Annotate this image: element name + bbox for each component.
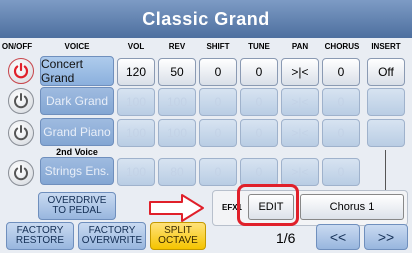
insert-cell-row-2[interactable] xyxy=(367,88,405,116)
voice-slot-1[interactable]: Concert Grand xyxy=(40,56,114,86)
vol-cell-row-2[interactable]: 100 xyxy=(117,88,155,116)
tune-cell-row-4[interactable]: 0 xyxy=(240,158,278,186)
header-vol: VOL xyxy=(127,42,145,51)
rev-cell-row-3[interactable]: 100 xyxy=(158,119,196,147)
next-page-button[interactable]: >> xyxy=(364,224,408,250)
shift-cell-row-3[interactable]: 0 xyxy=(199,119,237,147)
vol-cell-row-4[interactable]: 100 xyxy=(117,158,155,186)
title-bar: Classic Grand xyxy=(0,0,412,38)
header-pan: PAN xyxy=(291,42,309,51)
insert-cell-row-1[interactable]: Off xyxy=(367,58,405,86)
overdrive-to-pedal-button[interactable]: OVERDRIVE TO PEDAL xyxy=(38,192,116,220)
header-insert: INSERT xyxy=(371,42,401,51)
power-icon xyxy=(14,165,28,181)
chorus-cell-row-2[interactable]: 0 xyxy=(322,88,360,116)
power-toggle-row-2[interactable] xyxy=(8,88,34,114)
shift-cell-row-4[interactable]: 0 xyxy=(199,158,237,186)
pan-cell-row-3[interactable]: >|< xyxy=(281,119,319,147)
voice-slot-4[interactable]: Strings Ens. xyxy=(40,157,114,185)
page-indicator: 1/6 xyxy=(276,230,296,246)
pan-cell-row-1[interactable]: >|< xyxy=(281,58,319,86)
header-chorus: CHORUS xyxy=(324,42,360,51)
chorus-cell-row-4[interactable]: 0 xyxy=(322,158,360,186)
rev-cell-row-4[interactable]: 80 xyxy=(158,158,196,186)
rev-cell-row-2[interactable]: 100 xyxy=(158,88,196,116)
insert-cell-row-3[interactable] xyxy=(367,119,405,147)
insert-divider-line xyxy=(385,150,386,190)
rev-cell-row-1[interactable]: 50 xyxy=(158,58,196,86)
split-octave-button[interactable]: SPLIT OCTAVE xyxy=(150,222,206,250)
power-toggle-row-3[interactable] xyxy=(8,120,34,146)
page-title: Classic Grand xyxy=(142,8,270,29)
prev-page-button[interactable]: << xyxy=(316,224,360,250)
shift-cell-row-2[interactable]: 0 xyxy=(199,88,237,116)
vol-cell-row-1[interactable]: 120 xyxy=(117,58,155,86)
tune-cell-row-3[interactable]: 0 xyxy=(240,119,278,147)
header-onoff: ON/OFF xyxy=(1,42,33,51)
voice-slot-2[interactable]: Dark Grand xyxy=(40,87,114,115)
chorus-cell-row-3[interactable]: 0 xyxy=(322,119,360,147)
header-rev: REV xyxy=(168,42,186,51)
pan-cell-row-4[interactable]: >|< xyxy=(281,158,319,186)
efx-type-field[interactable]: Chorus 1 xyxy=(300,194,404,220)
pan-cell-row-2[interactable]: >|< xyxy=(281,88,319,116)
header-shift: SHIFT xyxy=(206,42,230,51)
chorus-cell-row-1[interactable]: 0 xyxy=(322,58,360,86)
power-toggle-row-1[interactable] xyxy=(8,58,34,84)
header-tune: TUNE xyxy=(248,42,270,51)
header-voice: VOICE xyxy=(64,42,90,51)
tune-cell-row-2[interactable]: 0 xyxy=(240,88,278,116)
vol-cell-row-3[interactable]: 100 xyxy=(117,119,155,147)
shift-cell-row-1[interactable]: 0 xyxy=(199,58,237,86)
power-toggle-row-4[interactable] xyxy=(8,160,34,186)
factory-restore-button[interactable]: FACTORY RESTORE xyxy=(6,222,74,250)
factory-overwrite-button[interactable]: FACTORY OVERWRITE xyxy=(78,222,146,250)
efx-edit-button[interactable]: EDIT xyxy=(248,194,294,220)
power-icon xyxy=(13,62,29,79)
voice-slot-3[interactable]: Grand Piano xyxy=(40,118,114,146)
second-voice-label: 2nd Voice xyxy=(56,147,98,157)
power-icon xyxy=(14,93,28,109)
power-icon xyxy=(14,125,28,141)
right-arrow-icon xyxy=(149,194,204,222)
tune-cell-row-1[interactable]: 0 xyxy=(240,58,278,86)
